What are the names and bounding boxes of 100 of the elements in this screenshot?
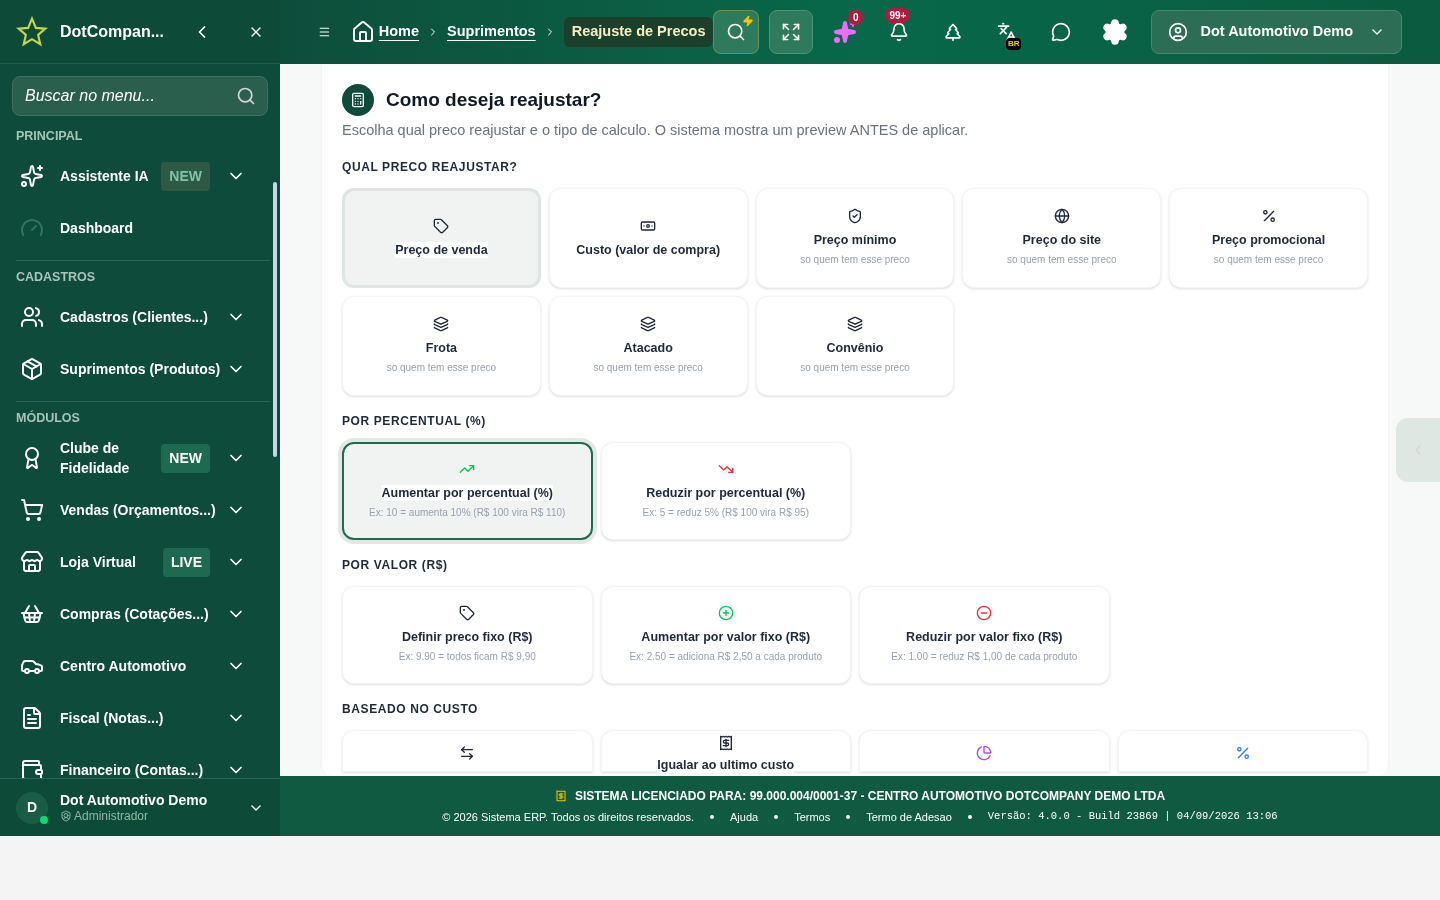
option-card[interactable]: Reduzir por percentual (%) Ex: 5 = reduz 5% (R$ 100 vira R$ 95) — [600, 441, 851, 540]
pie-chart-icon — [976, 744, 993, 761]
option-title: Preço promocional — [1211, 232, 1326, 249]
option-title: Preço mínimo — [813, 232, 897, 249]
sparkle-icon[interactable] — [833, 20, 858, 44]
option-hint: Ex: 1.00 = reduz R$ 1,00 de cada produto — [891, 650, 1078, 665]
footer-link[interactable]: Termos — [794, 808, 831, 826]
option-card[interactable]: Frota so quem tem esse preco — [342, 295, 541, 396]
option-card[interactable]: Atacado so quem tem esse preco — [548, 295, 748, 396]
option-card[interactable]: Aumentar por valor fixo (R$) Ex: 2.50 = adiciona R$ 2,50 a cada produto — [600, 585, 851, 684]
plus-icon — [717, 605, 734, 622]
breadcrumb-link[interactable]: Suprimentos — [447, 21, 536, 43]
user-role: Administrador — [74, 807, 149, 824]
star-logo-icon — [16, 15, 48, 48]
brand-name: DotCompan... — [60, 21, 164, 42]
user-name: Dot Automotivo Demo — [60, 791, 209, 808]
calculator-icon — [342, 84, 374, 116]
option-title: Preço do site — [1022, 232, 1102, 249]
option-card[interactable]: Igualar ao ultimo custo — [600, 729, 851, 772]
menu-label: Centro Automotivo — [60, 657, 188, 676]
minus-icon — [976, 605, 993, 622]
lightning-icon — [742, 15, 755, 27]
option-card[interactable]: Definir preco fixo (R$) Ex: 9.90 = todos ficam R$ 9,90 — [342, 585, 593, 684]
shield-icon — [847, 208, 863, 225]
user-icon — [1168, 22, 1189, 42]
search-icon — [236, 86, 256, 106]
tag-icon — [433, 217, 450, 234]
sidebar-item[interactable]: Fiscal (Notas...) — [16, 692, 270, 744]
option-hint: Ex: 9.90 = todos ficam R$ 9,90 — [398, 650, 536, 665]
sidebar-item[interactable]: Dashboard — [16, 202, 270, 254]
sidebar-item[interactable]: Centro Automotivo — [16, 640, 270, 692]
option-card[interactable]: Custo (valor de compra) — [548, 187, 748, 288]
layers-icon — [640, 316, 657, 333]
menu-label: Assistente IA — [60, 167, 150, 186]
people-icon — [20, 305, 44, 329]
option-card[interactable]: Preço do site so quem tem esse preco — [962, 187, 1162, 288]
receipt-icon — [554, 789, 567, 802]
option-title: Aumentar por valor fixo (R$) — [641, 629, 811, 646]
option-card[interactable]: Preço promocional so quem tem esse preco — [1169, 187, 1368, 288]
sidebar-item[interactable]: Financeiro (Contas...) — [16, 744, 270, 778]
group-title: QUAL PRECO REAJUSTAR? — [342, 158, 519, 176]
copyright-text: © 2026 Sistema ERP. Todos os direitos reservados. — [442, 809, 694, 825]
option-title: Reduzir por percentual (%) — [646, 485, 806, 502]
option-hint: so quem tem esse preco — [386, 361, 497, 376]
percent-icon — [1260, 208, 1277, 225]
section-title: PRINCIPAL — [16, 127, 84, 145]
user-menu-button[interactable]: Dot Automotivo Demo — [1151, 10, 1402, 54]
sidebar-item[interactable]: Cadastros (Clientes...) — [16, 291, 270, 343]
document-icon — [20, 706, 44, 730]
tree-icon[interactable] — [943, 22, 964, 42]
option-title: Preço de venda — [395, 241, 488, 258]
menu-badge: LIVE — [162, 547, 210, 577]
count-badge: 99+ — [885, 8, 911, 23]
group-title: POR PERCENTUAL (%) — [342, 412, 487, 430]
option-card[interactable]: Convênio so quem tem esse preco — [755, 295, 955, 396]
breadcrumb-link[interactable]: Home — [378, 21, 420, 43]
panel-title: Como deseja reajustar? — [386, 87, 602, 112]
tag-icon — [459, 605, 476, 622]
section-title: MÓDULOS — [16, 409, 81, 427]
receipt-icon — [717, 734, 734, 751]
menu-search-field[interactable]: Buscar no menu... — [12, 76, 268, 116]
arrows-icon — [459, 744, 476, 761]
sidebar-item[interactable]: Vendas (Orçamentos...) — [16, 484, 270, 536]
footer-link[interactable]: Termo de Adesao — [866, 808, 952, 826]
sidebar-item[interactable]: Assistente IA NEW — [16, 150, 270, 202]
option-title: Aumentar por percentual (%) — [381, 485, 554, 502]
option-hint: so quem tem esse preco — [1007, 253, 1117, 268]
fullscreen-button[interactable] — [769, 10, 814, 54]
user-avatar: D — [16, 791, 48, 824]
sidebar-item[interactable]: Loja Virtual LIVE — [16, 536, 270, 588]
footer-link[interactable]: Ajuda — [730, 808, 759, 826]
panel-subtitle: Escolha qual preco reajustar e o tipo de calculo. O sistema mostra um preview ANTES de aplicar. — [342, 121, 970, 140]
sidebar-item[interactable]: Suprimentos (Produtos) — [16, 343, 270, 395]
language-badge: BR — [1005, 38, 1022, 50]
menu-badge: NEW — [161, 443, 210, 473]
option-card[interactable]: Preço de venda — [342, 187, 541, 288]
menu-label: Loja Virtual — [60, 553, 137, 572]
search-button[interactable] — [713, 10, 760, 54]
bell-icon[interactable] — [889, 22, 910, 42]
sparkle-icon — [20, 164, 44, 188]
sidebar-item[interactable]: Compras (Cotações...) — [16, 588, 270, 640]
option-hint: Ex: 10 = aumenta 10% (R$ 100 vira R$ 110) — [369, 506, 566, 521]
chat-icon[interactable] — [1051, 22, 1072, 42]
option-card[interactable]: Preço mínimo so quem tem esse preco — [755, 187, 955, 288]
license-text: SISTEMA LICENCIADO PARA: 99.000.004/0001-37 - CENTRO AUTOMOTIVO DOTCOMPANY DEMO LTDA — [574, 787, 1166, 805]
option-title: Definir preco fixo (R$) — [401, 629, 533, 646]
option-card[interactable]: Reduzir por valor fixo (R$) Ex: 1.00 = reduz R$ 1,00 de cada produto — [859, 585, 1110, 684]
menu-label: Cadastros (Clientes...) — [60, 308, 209, 327]
home-icon[interactable] — [350, 20, 375, 44]
menu-badge: NEW — [161, 161, 210, 191]
sidebar-item[interactable]: Clube de Fidelidade NEW — [16, 432, 270, 484]
wallet-icon — [20, 758, 44, 778]
box-icon — [20, 357, 44, 381]
percent-icon — [1234, 744, 1251, 761]
group-title: BASEADO NO CUSTO — [342, 700, 480, 718]
option-hint: so quem tem esse preco — [593, 361, 703, 376]
basket-icon — [20, 602, 44, 626]
store-icon — [20, 550, 44, 574]
expand-icon — [781, 22, 802, 42]
menu-label: Fiscal (Notas...) — [60, 709, 165, 728]
